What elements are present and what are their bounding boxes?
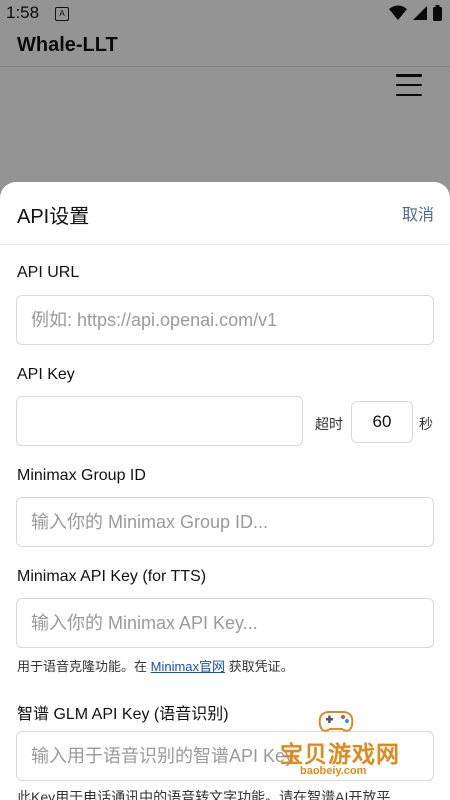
cancel-button[interactable]: 取消	[402, 201, 434, 225]
api-url-input[interactable]	[16, 295, 434, 345]
watermark-logo: 宝贝游戏网 baobeiy.com	[272, 705, 422, 785]
minimax-api-input[interactable]	[16, 598, 434, 648]
help-prefix: 用于语音克隆功能。在	[17, 659, 151, 674]
gamepad-icon	[318, 711, 354, 732]
sheet-header: API设置 取消	[0, 182, 450, 245]
api-key-label: API Key	[17, 366, 75, 383]
minimax-official-link[interactable]: Minimax官网	[151, 659, 225, 674]
timeout-input[interactable]	[351, 401, 413, 443]
glm-help-text: 此Key用于电话通讯中的语音转文字功能。请在智谱AI开放平	[17, 789, 391, 800]
help-suffix: 获取凭证。	[225, 659, 294, 674]
timeout-label: 超时	[315, 416, 343, 432]
watermark-text: 宝贝游戏网	[280, 741, 400, 767]
watermark-url: baobeiy.com	[300, 765, 367, 777]
timeout-unit: 秒	[419, 416, 433, 432]
minimax-help-text: 用于语音克隆功能。在 Minimax官网 获取凭证。	[17, 656, 294, 675]
minimax-group-input[interactable]	[16, 497, 434, 547]
api-key-input[interactable]	[16, 396, 303, 446]
minimax-group-label: Minimax Group ID	[17, 467, 146, 484]
minimax-api-label: Minimax API Key (for TTS)	[17, 568, 207, 585]
api-url-label: API URL	[17, 264, 80, 281]
sheet-title: API设置	[17, 206, 90, 228]
glm-label: 智谱 GLM API Key (语音识别)	[17, 706, 229, 723]
